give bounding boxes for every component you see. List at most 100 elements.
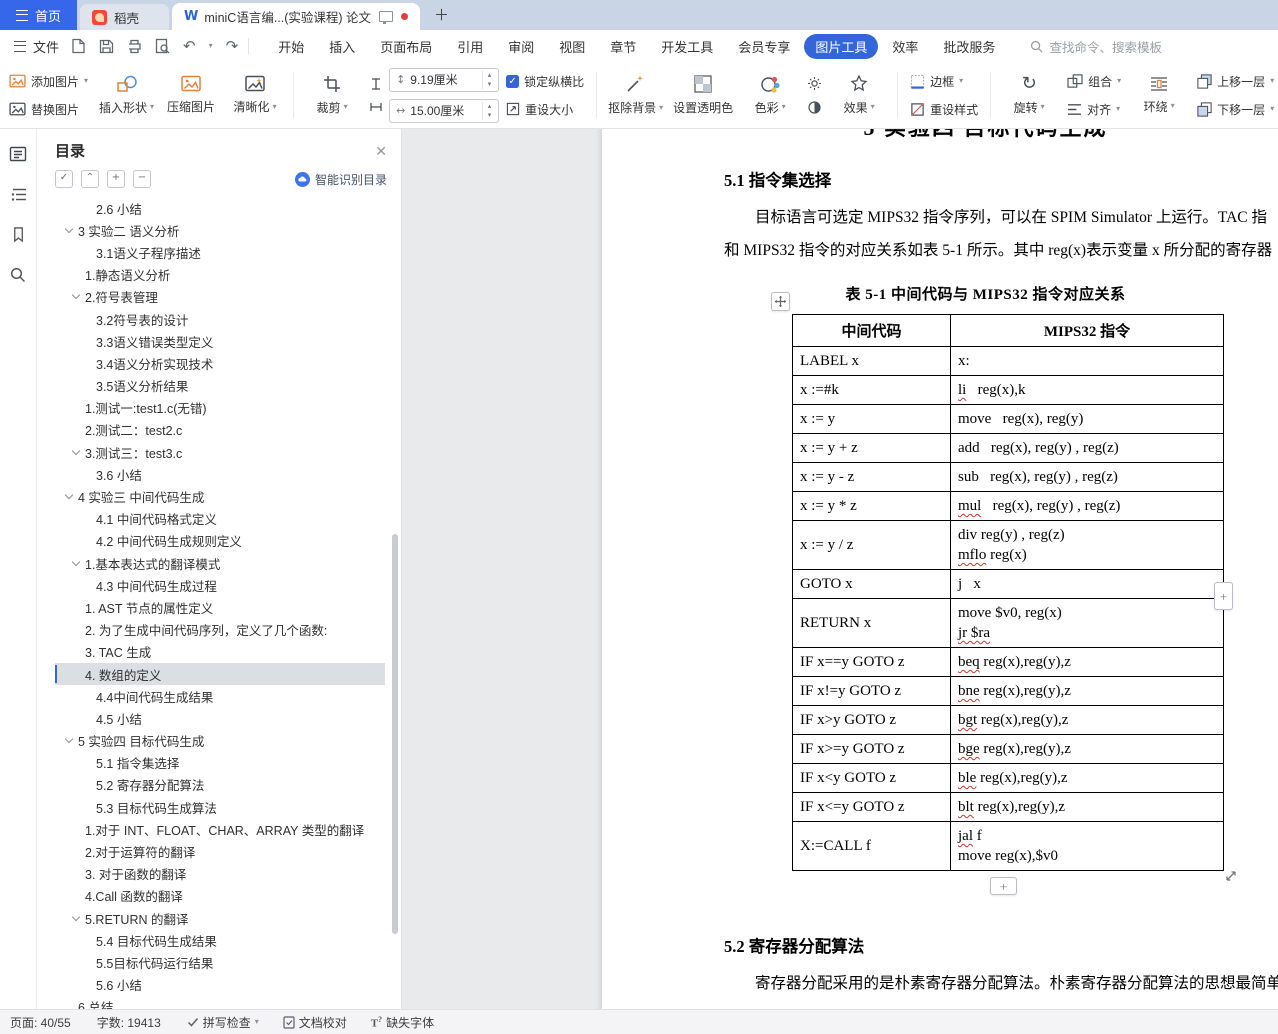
color-button[interactable]: 色彩 ▾: [739, 66, 801, 124]
menu-tab[interactable]: 插入: [318, 34, 366, 59]
menu-tab[interactable]: 审阅: [497, 34, 545, 59]
align-button[interactable]: 对齐 ▾: [1062, 99, 1126, 120]
toc-item[interactable]: 1.测试一:test1.c(无错): [55, 397, 385, 419]
outline-pane-icon[interactable]: [10, 187, 27, 207]
toc-item[interactable]: 3.6 小结: [55, 463, 385, 485]
undo-dropdown-icon[interactable]: ▾: [209, 42, 213, 50]
contrast-button[interactable]: [803, 99, 826, 116]
toc-item[interactable]: 1.静态语义分析: [55, 264, 385, 286]
reset-size-button[interactable]: 重设大小: [501, 99, 589, 120]
table-cell-mips[interactable]: bne reg(x),reg(y),z: [950, 676, 1224, 706]
toc-item[interactable]: 3 实验二 语义分析: [55, 219, 385, 241]
doc-table[interactable]: 中间代码 MIPS32 指令 LABEL x x: x :=#k li reg(x),k x…: [792, 314, 1224, 871]
toc-item[interactable]: 3.1语义子程序描述: [55, 241, 385, 263]
table-header-cell[interactable]: MIPS32 指令: [950, 314, 1224, 347]
lock-aspect-ratio-checkbox[interactable]: ✓ 锁定纵横比: [501, 71, 589, 92]
table-move-handle[interactable]: [771, 292, 790, 311]
toc-pane-icon[interactable]: [9, 145, 27, 168]
table-cell-tac[interactable]: IF x<=y GOTO z: [792, 792, 951, 822]
table-cell-tac[interactable]: IF x!=y GOTO z: [792, 676, 951, 706]
add-image-button[interactable]: 添加图片 ▾: [4, 71, 93, 92]
table-cell-tac[interactable]: IF x>y GOTO z: [792, 705, 951, 735]
toc-item[interactable]: 4 实验三 中间代码生成: [55, 485, 385, 507]
table-cell-tac[interactable]: GOTO x: [792, 569, 951, 599]
table-add-column-button[interactable]: +: [1214, 582, 1233, 610]
page-indicator[interactable]: 页面: 40/55: [10, 1014, 71, 1031]
toc-expand-icon[interactable]: +: [107, 170, 125, 188]
height-stepper[interactable]: ▴ ▾: [482, 70, 496, 89]
toc-item[interactable]: 5.5目标代码运行结果: [55, 951, 385, 973]
border-button[interactable]: 边框 ▾: [905, 71, 983, 92]
toc-scrollbar[interactable]: [392, 534, 398, 934]
width-stepper[interactable]: ▴ ▾: [482, 101, 496, 120]
toc-item[interactable]: 5.RETURN 的翻译: [55, 907, 385, 929]
table-cell-mips[interactable]: add reg(x), reg(y) , reg(z): [950, 433, 1224, 463]
menu-tab[interactable]: 会员专享: [727, 34, 801, 59]
table-cell-mips[interactable]: beq reg(x),reg(y),z: [950, 647, 1224, 677]
crop-button[interactable]: 裁剪 ▾: [301, 66, 363, 124]
rotate-button[interactable]: ↻ 旋转 ▾: [998, 66, 1060, 124]
table-cell-mips[interactable]: jal f move reg(x),$v0: [950, 821, 1224, 871]
document-page[interactable]: 5 实验四 目标代码生成 5.1 指令集选择 目标语言可选定 MIPS32 指令…: [602, 129, 1278, 1009]
toc-item[interactable]: 4.5 小结: [55, 707, 385, 729]
new-document-icon[interactable]: [71, 38, 86, 54]
wrap-button[interactable]: 环绕 ▾: [1128, 66, 1190, 124]
crop-width-tool-icon[interactable]: [365, 99, 387, 115]
effects-button[interactable]: 效果 ▾: [828, 66, 890, 124]
print-preview-icon[interactable]: [155, 38, 170, 54]
toc-item[interactable]: 3. TAC 生成: [55, 641, 385, 663]
table-cell-tac[interactable]: x := y: [792, 404, 951, 434]
print-icon[interactable]: [127, 39, 142, 54]
paragraph-line[interactable]: 目标语言可选定 MIPS32 指令序列，可以在 SPIM Simulator 上…: [724, 201, 1267, 234]
bookmark-pane-icon[interactable]: [11, 226, 26, 248]
doc-paragraph-2[interactable]: 寄存器分配采用的是朴素寄存器分配算法。朴素寄存器分配算法的思想最简单: [724, 967, 1278, 1000]
toc-item[interactable]: 4.1 中间代码格式定义: [55, 508, 385, 530]
table-cell-tac[interactable]: X:=CALL f: [792, 821, 951, 871]
group-button[interactable]: 组合 ▾: [1062, 71, 1126, 92]
toc-collapse-arrow-icon[interactable]: [70, 290, 83, 303]
toc-item[interactable]: 2.6 小结: [55, 197, 385, 219]
table-cell-mips[interactable]: li reg(x),k: [950, 375, 1224, 405]
toc-item[interactable]: 4.Call 函数的翻译: [55, 885, 385, 907]
toc-item[interactable]: 3. 对于函数的翻译: [55, 863, 385, 885]
close-icon[interactable]: ✕: [375, 144, 387, 158]
paragraph-line[interactable]: 寄存器分配采用的是朴素寄存器分配算法。朴素寄存器分配算法的思想最简单: [724, 967, 1278, 1000]
paragraph-line[interactable]: 和 MIPS32 指令的对应关系如表 5-1 所示。其中 reg(x)表示变量 …: [724, 234, 1272, 267]
missing-font-button[interactable]: T? 缺失字体: [371, 1014, 434, 1031]
menu-tab[interactable]: 效率: [881, 34, 929, 59]
menu-tab[interactable]: 批改服务: [932, 34, 1006, 59]
table-cell-mips[interactable]: move reg(x), reg(y): [950, 404, 1224, 434]
proofread-button[interactable]: 文档校对: [283, 1014, 347, 1031]
table-caption[interactable]: 表 5-1 中间代码与 MIPS32 指令对应关系: [724, 283, 1247, 304]
word-count[interactable]: 字数: 19413: [97, 1014, 161, 1031]
docer-tab[interactable]: 稻壳: [80, 4, 170, 30]
table-cell-tac[interactable]: LABEL x: [792, 346, 951, 376]
toc-item[interactable]: 3.3语义错误类型定义: [55, 330, 385, 352]
doc-heading-51[interactable]: 5.1 指令集选择: [724, 167, 1247, 191]
toc-item[interactable]: 2. 为了生成中间代码序列，定义了几个函数:: [55, 619, 385, 641]
toc-item[interactable]: 3.2符号表的设计: [55, 308, 385, 330]
table-cell-mips[interactable]: sub reg(x), reg(y) , reg(z): [950, 462, 1224, 492]
table-cell-mips[interactable]: div reg(y) , reg(z) mflo reg(x): [950, 520, 1224, 570]
doc-paragraph-1[interactable]: 目标语言可选定 MIPS32 指令序列，可以在 SPIM Simulator 上…: [724, 201, 1272, 267]
table-cell-mips[interactable]: bgt reg(x),reg(y),z: [950, 705, 1224, 735]
doc-chapter-heading[interactable]: 5 实验四 目标代码生成: [724, 129, 1247, 141]
table-add-row-button[interactable]: +: [990, 877, 1017, 895]
menu-tab[interactable]: 引用: [446, 34, 494, 59]
toc-collapse-arrow-icon[interactable]: [63, 734, 76, 747]
sharpen-button[interactable]: 清晰化 ▾: [224, 66, 286, 124]
toc-item[interactable]: 2.测试二：test2.c: [55, 419, 385, 441]
toc-collapse-arrow-icon[interactable]: [63, 224, 76, 237]
toc-item[interactable]: 3.测试三：test3.c: [55, 441, 385, 463]
table-cell-mips[interactable]: blt reg(x),reg(y),z: [950, 792, 1224, 822]
home-tab[interactable]: 首页: [0, 0, 78, 30]
menu-tab[interactable]: 页面布局: [369, 34, 443, 59]
remove-background-button[interactable]: 抠除背景 ▾: [604, 66, 667, 124]
table-cell-tac[interactable]: x := y * z: [792, 491, 951, 521]
menu-tab[interactable]: 图片工具: [804, 33, 879, 59]
reset-style-button[interactable]: 重设样式: [905, 99, 983, 120]
table-resize-handle[interactable]: [1223, 868, 1238, 883]
table-cell-mips[interactable]: mul reg(x), reg(y) , reg(z): [950, 491, 1224, 521]
set-transparent-button[interactable]: 设置透明色: [669, 66, 737, 124]
save-icon[interactable]: [99, 39, 114, 54]
